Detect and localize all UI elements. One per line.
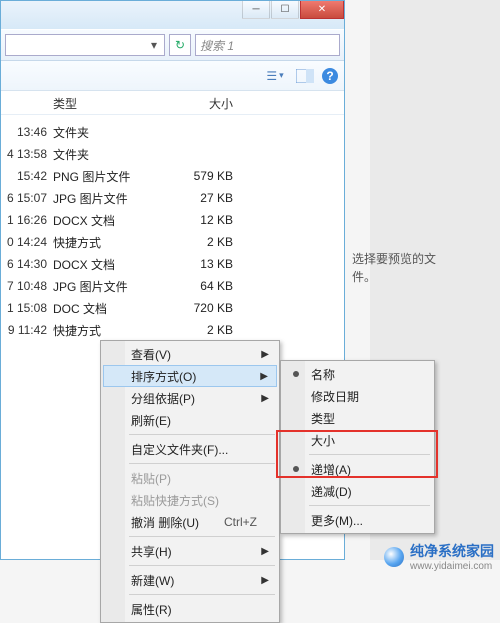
menu-group[interactable]: 分组依据(P)▶ — [103, 387, 277, 409]
toolbar: ☰ ▾ ? — [1, 61, 344, 91]
cell-type: DOC 文档 — [53, 300, 153, 317]
help-button[interactable]: ? — [322, 68, 338, 84]
cell-type: PNG 图片文件 — [53, 168, 153, 185]
cell-time: 6 15:07 — [1, 191, 53, 205]
cell-time: 1 15:08 — [1, 301, 53, 315]
watermark-title: 纯净系统家园 — [410, 541, 494, 561]
cell-time: 7 10:48 — [1, 279, 53, 293]
column-type[interactable]: 类型 — [53, 95, 153, 112]
cell-size: 2 KB — [153, 235, 253, 249]
search-input[interactable]: 搜索 1 — [195, 34, 340, 56]
menu-share[interactable]: 共享(H)▶ — [103, 540, 277, 562]
cell-type: 文件夹 — [53, 124, 153, 141]
file-list[interactable]: 13:46文件夹4 13:58文件夹15:42PNG 图片文件579 KB6 1… — [1, 115, 344, 341]
maximize-button[interactable]: ☐ — [271, 1, 299, 19]
address-dropdown-icon[interactable]: ▾ — [146, 36, 162, 54]
refresh-button[interactable]: ↻ — [169, 34, 191, 56]
sort-type[interactable]: 类型 — [283, 407, 432, 429]
view-mode-button[interactable]: ☰ ▾ — [262, 65, 288, 87]
menu-paste: 粘贴(P) — [103, 467, 277, 489]
menu-view[interactable]: 查看(V)▶ — [103, 343, 277, 365]
cell-type: 快捷方式 — [53, 322, 153, 339]
cell-type: JPG 图片文件 — [53, 190, 153, 207]
list-icon: ☰ — [266, 69, 277, 83]
preview-pane-icon — [296, 69, 314, 83]
cell-type: 快捷方式 — [53, 234, 153, 251]
column-size[interactable]: 大小 — [153, 95, 253, 112]
cell-time: 1 16:26 — [1, 213, 53, 227]
cell-size: 13 KB — [153, 257, 253, 271]
table-row[interactable]: 9 11:42快捷方式2 KB — [1, 319, 344, 341]
cell-time: 13:46 — [1, 125, 53, 139]
cell-time: 15:42 — [1, 169, 53, 183]
cell-type: DOCX 文档 — [53, 256, 153, 273]
menu-refresh[interactable]: 刷新(E) — [103, 409, 277, 431]
table-row[interactable]: 0 14:24快捷方式2 KB — [1, 231, 344, 253]
minimize-button[interactable]: ─ — [242, 1, 270, 19]
nav-bar: ▾ ↻ 搜索 1 — [1, 29, 344, 61]
table-row[interactable]: 13:46文件夹 — [1, 121, 344, 143]
cell-size: 12 KB — [153, 213, 253, 227]
table-row[interactable]: 1 15:08DOC 文档720 KB — [1, 297, 344, 319]
preview-pane-text: 选择要预览的文件。 — [352, 250, 442, 286]
cell-type: DOCX 文档 — [53, 212, 153, 229]
table-row[interactable]: 6 14:30DOCX 文档13 KB — [1, 253, 344, 275]
submenu-arrow-icon: ▶ — [261, 349, 269, 360]
column-time[interactable] — [1, 95, 53, 112]
sort-descending[interactable]: 递减(D) — [283, 480, 432, 502]
table-row[interactable]: 4 13:58文件夹 — [1, 143, 344, 165]
shortcut-label: Ctrl+Z — [224, 515, 257, 529]
close-button[interactable]: ✕ — [300, 1, 344, 19]
column-headers: 类型 大小 — [1, 91, 344, 115]
menu-new[interactable]: 新建(W)▶ — [103, 569, 277, 591]
table-row[interactable]: 1 16:26DOCX 文档12 KB — [1, 209, 344, 231]
submenu-arrow-icon: ▶ — [261, 575, 269, 586]
cell-size: 2 KB — [153, 323, 253, 337]
search-placeholder: 搜索 1 — [200, 37, 234, 54]
table-row[interactable]: 6 15:07JPG 图片文件27 KB — [1, 187, 344, 209]
chevron-down-icon: ▾ — [279, 70, 284, 81]
cell-size: 720 KB — [153, 301, 253, 315]
cell-time: 6 14:30 — [1, 257, 53, 271]
menu-undo[interactable]: 撤消 删除(U)Ctrl+Z — [103, 511, 277, 533]
table-row[interactable]: 7 10:48JPG 图片文件64 KB — [1, 275, 344, 297]
cell-time: 9 11:42 — [1, 323, 53, 337]
context-menu: 查看(V)▶ 排序方式(O)▶ 分组依据(P)▶ 刷新(E) 自定义文件夹(F)… — [100, 340, 280, 623]
menu-customize[interactable]: 自定义文件夹(F)... — [103, 438, 277, 460]
address-bar[interactable]: ▾ — [5, 34, 165, 56]
watermark-logo-icon — [384, 547, 404, 567]
titlebar: ─ ☐ ✕ — [1, 1, 344, 29]
bullet-icon — [293, 371, 299, 377]
cell-time: 4 13:58 — [1, 147, 53, 161]
help-icon: ? — [326, 69, 333, 83]
sort-more[interactable]: 更多(M)... — [283, 509, 432, 531]
watermark-url: www.yidaimei.com — [410, 561, 494, 572]
menu-properties[interactable]: 属性(R) — [103, 598, 277, 620]
submenu-arrow-icon: ▶ — [260, 371, 268, 382]
preview-pane-button[interactable] — [292, 65, 318, 87]
menu-sort[interactable]: 排序方式(O)▶ — [103, 365, 277, 387]
sort-date[interactable]: 修改日期 — [283, 385, 432, 407]
sort-name[interactable]: 名称 — [283, 363, 432, 385]
cell-size: 579 KB — [153, 169, 253, 183]
cell-type: 文件夹 — [53, 146, 153, 163]
watermark: 纯净系统家园 www.yidaimei.com — [384, 541, 494, 572]
cell-size: 27 KB — [153, 191, 253, 205]
menu-paste-shortcut: 粘贴快捷方式(S) — [103, 489, 277, 511]
submenu-arrow-icon: ▶ — [261, 546, 269, 557]
cell-type: JPG 图片文件 — [53, 278, 153, 295]
cell-time: 0 14:24 — [1, 235, 53, 249]
highlight-box — [276, 430, 438, 478]
submenu-arrow-icon: ▶ — [261, 393, 269, 404]
cell-size: 64 KB — [153, 279, 253, 293]
refresh-icon: ↻ — [175, 38, 185, 52]
table-row[interactable]: 15:42PNG 图片文件579 KB — [1, 165, 344, 187]
